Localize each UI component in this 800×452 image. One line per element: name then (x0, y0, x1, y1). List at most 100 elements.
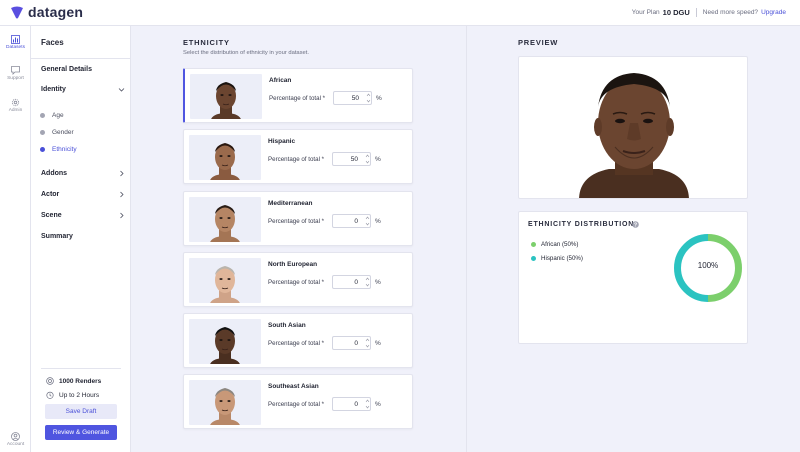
sidebar-item-general-details[interactable]: General Details (41, 66, 127, 73)
percentage-label: Percentage of total * (269, 95, 326, 102)
speed-text: Need more speed? (702, 9, 759, 16)
legend-dot (531, 242, 536, 247)
review-generate-button[interactable]: Review & Generate (45, 425, 117, 440)
sidebar-subitem-dot (40, 113, 45, 118)
duration-text: Up to 2 Hours (59, 391, 100, 399)
rail-item-datasets[interactable]: Datasets (0, 35, 31, 50)
sidebar-subitem-gender[interactable]: Gender (40, 129, 74, 136)
sidebar-item-summary[interactable]: Summary (41, 233, 127, 240)
ethnicity-name: North European (268, 261, 318, 268)
chevron-right-icon (120, 212, 124, 219)
sidebar-subitem-age[interactable]: Age (40, 112, 64, 119)
face-north-european-image (189, 258, 261, 303)
percentage-label: Percentage of total * (268, 279, 325, 286)
distribution-heading: ETHNICITY DISTRIBUTION (528, 221, 635, 228)
ethnicity-heading: ETHNICITY (183, 38, 230, 47)
svg-text:?: ? (634, 222, 637, 228)
stepper-arrows-icon[interactable] (365, 215, 370, 227)
logo-text: datagen (28, 4, 84, 20)
sidebar-item-actor-label: Actor (41, 191, 60, 198)
rail-item-account[interactable]: Account (0, 432, 31, 447)
percent-sign: % (375, 218, 381, 225)
stepper-arrows-icon[interactable] (365, 153, 370, 165)
logo[interactable]: datagen (10, 4, 83, 20)
legend-label: Hispanic (50%) (541, 255, 583, 262)
help-icon[interactable]: ? (632, 221, 639, 228)
ethnicity-name: Hispanic (268, 138, 296, 145)
percent-sign: % (375, 279, 381, 286)
donut-center-label: 100% (697, 261, 719, 270)
rail-label-support: Support (7, 76, 24, 81)
preview-heading: PREVIEW (518, 38, 559, 47)
legend-item-african: African (50%) (531, 241, 578, 248)
ethnicity-panel: ETHNICITY Select the distribution of eth… (131, 26, 465, 452)
plan-divider (695, 8, 697, 17)
save-draft-button[interactable]: Save Draft (45, 404, 117, 419)
ethnicity-card-north-european[interactable]: North European Percentage of total * % (183, 252, 413, 307)
sidebar-subitem-label: Age (52, 112, 64, 119)
sidebar-subitem-label: Gender (52, 129, 74, 136)
percentage-label: Percentage of total * (268, 340, 325, 347)
percentage-label: Percentage of total * (268, 218, 325, 225)
face-african-image (190, 74, 262, 119)
sidebar: Faces General Details Identity Age Gende… (31, 26, 131, 452)
renders-text: 1000 Renders (59, 377, 102, 385)
face-thumbnail (189, 197, 261, 242)
ethnicity-card-african[interactable]: African Percentage of total * % (183, 68, 413, 123)
datagen-logo-icon (11, 6, 23, 18)
chevron-right-icon (120, 191, 124, 198)
panel-divider (466, 26, 467, 452)
legend-dot (531, 256, 536, 261)
ethnicity-card-south-asian[interactable]: South Asian Percentage of total * % (183, 313, 413, 368)
user-icon (11, 432, 20, 441)
percent-sign: % (375, 340, 381, 347)
face-south-asian-image (189, 319, 261, 364)
datasets-icon (11, 35, 20, 44)
sidebar-item-identity[interactable]: Identity (41, 86, 127, 93)
face-thumbnail (189, 135, 261, 180)
ethnicity-subheading: Select the distribution of ethnicity in … (183, 50, 309, 56)
render-icon (46, 377, 54, 385)
duration-info: Up to 2 Hours (46, 391, 99, 399)
ethnicity-card-mediterranean[interactable]: Mediterranean Percentage of total * % (183, 191, 413, 246)
rail-label-datasets: Datasets (6, 45, 25, 50)
clock-icon (46, 391, 54, 399)
legend-item-hispanic: Hispanic (50%) (531, 255, 583, 262)
rail-item-support[interactable]: Support (0, 66, 31, 81)
icon-rail: Datasets Support Admin Account (0, 26, 31, 452)
percent-sign: % (375, 401, 381, 408)
percent-sign: % (376, 95, 382, 102)
stepper-arrows-icon[interactable] (365, 276, 370, 288)
stepper-arrows-icon[interactable] (365, 398, 370, 410)
ethnicity-card-southeast-asian[interactable]: Southeast Asian Percentage of total * % (183, 374, 413, 429)
plan-value: 10 DGU (662, 8, 690, 17)
preview-face-image (579, 73, 689, 198)
preview-card (518, 56, 748, 199)
plan-info: Your Plan 10 DGU Need more speed? Upgrad… (632, 8, 786, 17)
face-thumbnail (189, 319, 261, 364)
chevron-down-icon (118, 88, 125, 92)
percent-sign: % (375, 156, 381, 163)
face-thumbnail (189, 258, 261, 303)
ethnicity-name: African (269, 77, 292, 84)
stepper-arrows-icon[interactable] (366, 92, 371, 104)
ethnicity-name: Mediterranean (268, 200, 313, 207)
gear-icon (11, 98, 20, 107)
sidebar-subitem-ethnicity[interactable]: Ethnicity (40, 146, 77, 153)
rail-item-admin[interactable]: Admin (0, 98, 31, 113)
legend-label: African (50%) (541, 241, 579, 248)
face-hispanic-image (189, 135, 261, 180)
chat-bubble-icon (11, 66, 20, 75)
sidebar-item-scene[interactable]: Scene (41, 212, 127, 219)
stepper-arrows-icon[interactable] (365, 337, 370, 349)
percentage-label: Percentage of total * (268, 401, 325, 408)
plan-label: Your Plan (631, 9, 660, 16)
rail-label-admin: Admin (8, 108, 23, 113)
sidebar-item-identity-label: Identity (41, 86, 66, 93)
sidebar-subitem-dot (40, 147, 45, 152)
upgrade-link[interactable]: Upgrade (761, 9, 786, 16)
ethnicity-card-hispanic[interactable]: Hispanic Percentage of total * % (183, 129, 413, 184)
rail-label-account: Account (6, 442, 25, 447)
sidebar-item-actor[interactable]: Actor (41, 191, 127, 198)
sidebar-item-addons[interactable]: Addons (41, 170, 127, 177)
